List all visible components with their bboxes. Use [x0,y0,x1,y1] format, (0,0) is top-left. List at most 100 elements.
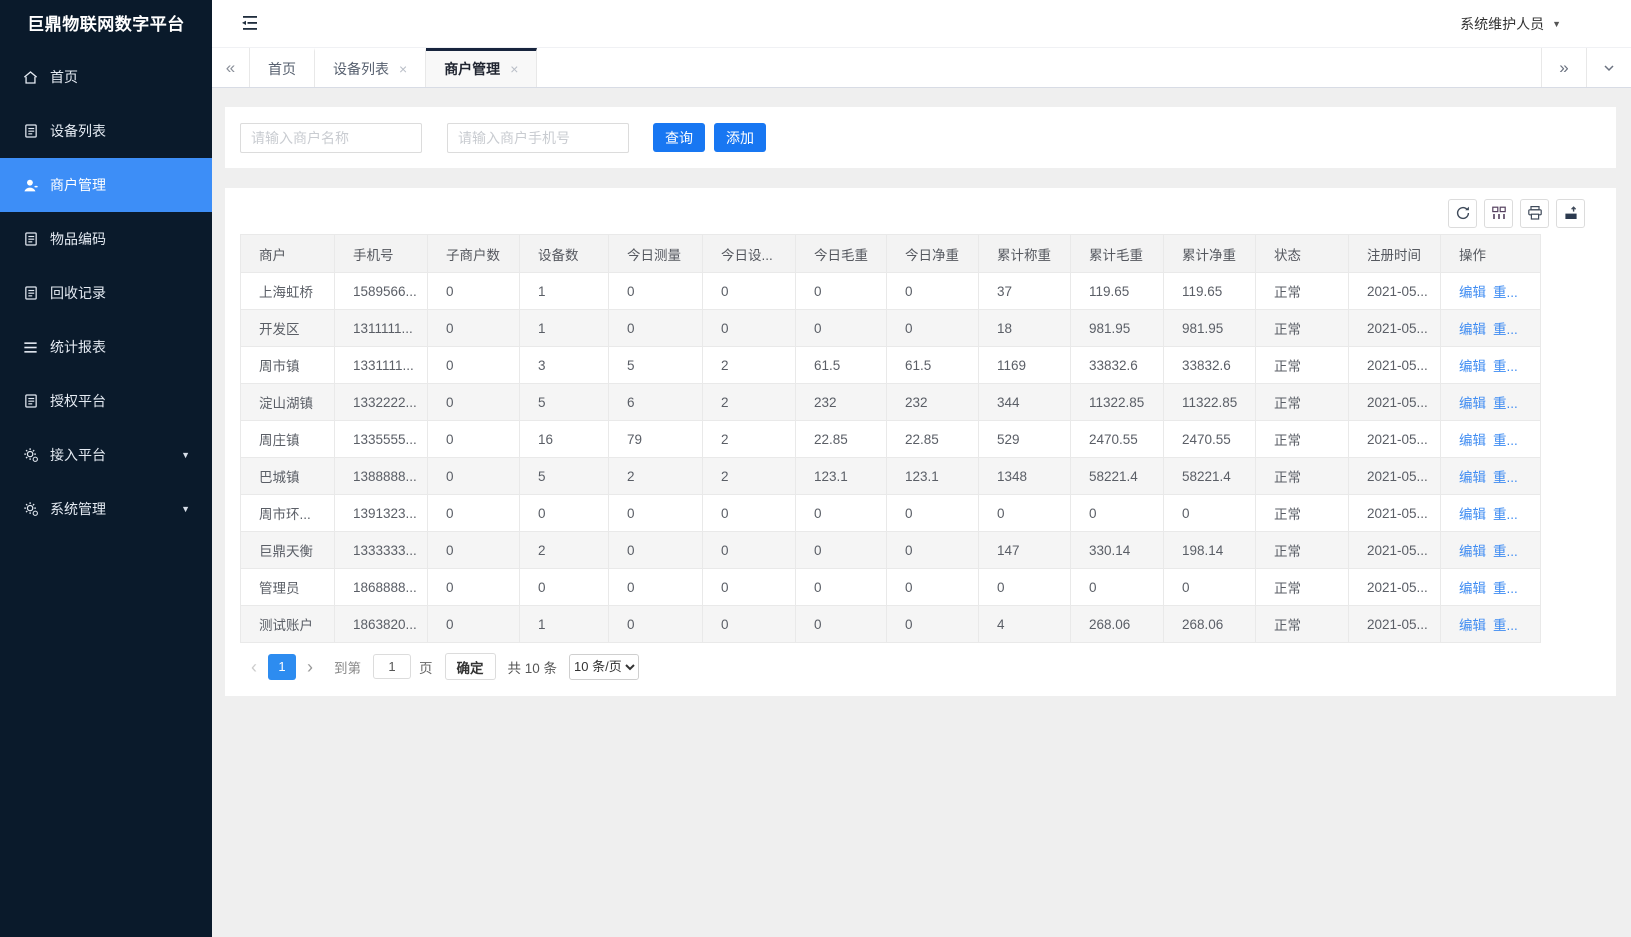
sidebar-item-recycle-records[interactable]: 回收记录 [0,266,212,320]
edit-link[interactable]: 编辑 [1459,618,1486,633]
tabs-scroll-left-button[interactable]: « [212,48,250,87]
reset-link[interactable]: 重... [1493,507,1518,522]
sidebar-item-label: 物品编码 [50,229,106,249]
close-icon[interactable]: × [399,61,407,77]
close-icon[interactable]: × [510,61,518,77]
menu-collapse-icon[interactable] [240,15,260,32]
prev-page-button[interactable]: ‹ [240,658,268,676]
reset-link[interactable]: 重... [1493,470,1518,485]
sidebar-item-item-code[interactable]: 物品编码 [0,212,212,266]
edit-link[interactable]: 编辑 [1459,581,1486,596]
reset-link[interactable]: 重... [1493,396,1518,411]
table-cell: 1 [520,273,609,310]
add-button[interactable]: 添加 [714,123,766,152]
edit-link[interactable]: 编辑 [1459,433,1486,448]
refresh-icon[interactable] [1448,199,1477,228]
table-cell: 正常 [1256,384,1349,421]
table-cell: 22.85 [887,421,979,458]
reset-link[interactable]: 重... [1493,285,1518,300]
document-icon [22,231,39,248]
reset-link[interactable]: 重... [1493,618,1518,633]
columns-icon[interactable] [1484,199,1513,228]
edit-link[interactable]: 编辑 [1459,544,1486,559]
user-name: 系统维护人员 [1460,14,1544,34]
tabs-scroll-right-button[interactable]: » [1541,48,1586,87]
sidebar-nav: 首页设备列表商户管理物品编码回收记录统计报表授权平台接入平台▼系统管理▼ [0,50,212,536]
reset-link[interactable]: 重... [1493,322,1518,337]
table-cell: 0 [609,495,703,532]
current-page-button[interactable]: 1 [268,654,296,680]
table-cell: 2021-05... [1349,606,1441,643]
table-cell: 0 [887,606,979,643]
table-cell: 6 [609,384,703,421]
merchant-phone-input[interactable] [447,123,629,153]
query-button[interactable]: 查询 [653,123,705,152]
table-cell: 正常 [1256,532,1349,569]
table-cell: 测试账户 [241,606,335,643]
table-cell: 61.5 [796,347,887,384]
table-cell: 0 [609,273,703,310]
sidebar-item-statistics-report[interactable]: 统计报表 [0,320,212,374]
table-cell: 4 [979,606,1071,643]
table-actions-cell: 编辑重... [1441,458,1541,495]
edit-link[interactable]: 编辑 [1459,396,1486,411]
table-cell: 2470.55 [1164,421,1256,458]
table-cell: 2021-05... [1349,310,1441,347]
table-cell: 1589566... [335,273,428,310]
table-cell: 0 [428,347,520,384]
edit-link[interactable]: 编辑 [1459,322,1486,337]
tab-home[interactable]: 首页 [250,48,315,87]
goto-label: 到第 [334,657,361,677]
tabs-menu-button[interactable] [1586,48,1631,87]
user-menu[interactable]: 系统维护人员 ▼ [1460,14,1561,34]
table-cell: 981.95 [1164,310,1256,347]
reset-link[interactable]: 重... [1493,581,1518,596]
table-cell: 0 [796,532,887,569]
table-cell: 1335555... [335,421,428,458]
sidebar-item-authorization-platform[interactable]: 授权平台 [0,374,212,428]
sidebar-item-system-management[interactable]: 系统管理▼ [0,482,212,536]
table-cell: 58221.4 [1164,458,1256,495]
edit-link[interactable]: 编辑 [1459,470,1486,485]
tab-merchant-management[interactable]: 商户管理× [426,48,537,87]
edit-link[interactable]: 编辑 [1459,285,1486,300]
table-cell: 开发区 [241,310,335,347]
table-cell: 周市环... [241,495,335,532]
table-cell: 0 [609,569,703,606]
column-header: 手机号 [335,235,428,273]
sidebar-item-label: 回收记录 [50,283,106,303]
next-page-button[interactable]: › [296,658,324,676]
sidebar-item-merchant-management[interactable]: 商户管理 [0,158,212,212]
edit-link[interactable]: 编辑 [1459,359,1486,374]
sidebar-item-home[interactable]: 首页 [0,50,212,104]
sidebar-item-device-list[interactable]: 设备列表 [0,104,212,158]
reset-link[interactable]: 重... [1493,433,1518,448]
page-label: 页 [419,657,433,677]
confirm-button[interactable]: 确定 [445,653,496,680]
table-cell: 1333333... [335,532,428,569]
table-cell: 232 [887,384,979,421]
goto-page-input[interactable] [373,654,411,679]
sidebar-item-access-platform[interactable]: 接入平台▼ [0,428,212,482]
column-header: 今日净重 [887,235,979,273]
reset-link[interactable]: 重... [1493,544,1518,559]
table-panel: 商户手机号子商户数设备数今日测量今日设...今日毛重今日净重累计称重累计毛重累计… [225,188,1616,696]
reset-link[interactable]: 重... [1493,359,1518,374]
export-icon[interactable] [1556,199,1585,228]
edit-link[interactable]: 编辑 [1459,507,1486,522]
table-cell: 1348 [979,458,1071,495]
tabbar-controls: » [1541,48,1631,87]
table-row: 上海虹桥1589566...01000037119.65119.65正常2021… [241,273,1541,310]
table-cell: 1 [520,606,609,643]
tab-device-list[interactable]: 设备列表× [315,48,426,87]
table-cell: 0 [1164,569,1256,606]
table-cell: 0 [703,606,796,643]
merchant-name-input[interactable] [240,123,422,153]
page-size-select[interactable]: 10 条/页 [569,654,639,680]
document-icon [22,285,39,302]
table-cell: 2 [703,347,796,384]
table-cell: 0 [428,495,520,532]
table-cell: 33832.6 [1164,347,1256,384]
print-icon[interactable] [1520,199,1549,228]
table-cell: 2470.55 [1071,421,1164,458]
